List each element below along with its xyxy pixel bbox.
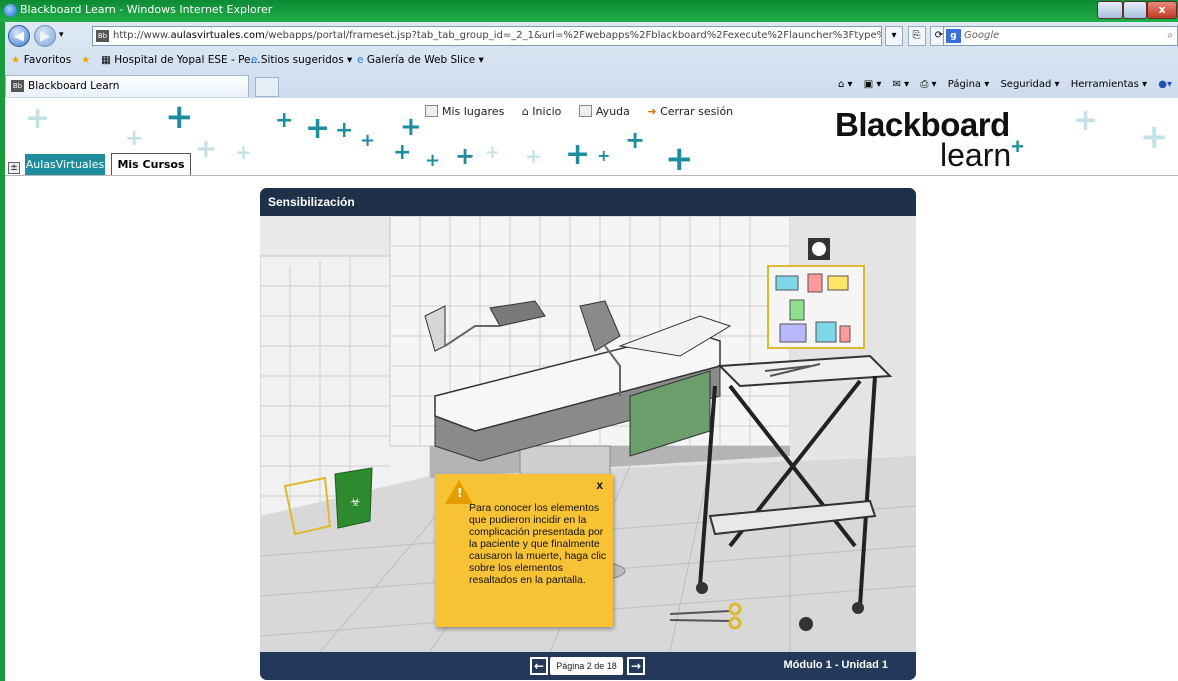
decor-plus-icon: +	[125, 126, 144, 151]
module-label: Módulo 1 - Unidad 1	[783, 659, 889, 671]
favorite-hospital-label: Hospital de Yopal ESE - Pe...	[114, 54, 261, 66]
search-input[interactable]: g Google ⌕	[943, 26, 1178, 46]
decor-plus-icon: +	[305, 111, 331, 146]
home-icon[interactable]: ⌂ ▾	[838, 79, 853, 90]
help-icon[interactable]: ●▾	[1158, 79, 1172, 90]
decor-plus-icon: +	[625, 126, 646, 154]
address-domain: aulasvirtuales.com	[170, 30, 265, 41]
tab-row: Bb Blackboard Learn ⌂ ▾ ▣ ▾ ✉ ▾ ⎙ ▾ Pági…	[5, 74, 1178, 98]
logout-link[interactable]: Cerrar sesión	[660, 105, 733, 118]
forward-button[interactable]: ▶	[34, 25, 56, 47]
tooltip-close-button[interactable]: x	[596, 478, 603, 492]
decor-plus-icon: +	[393, 140, 412, 165]
decor-plus-icon: +	[360, 130, 376, 151]
address-path: /webapps/portal/frameset.jsp?tab_tab_gro…	[264, 30, 881, 41]
decor-plus-icon: +	[425, 150, 441, 171]
learn-logo: learn+	[940, 134, 1025, 173]
tab-aulasvirtuales[interactable]: AulasVirtuales	[25, 154, 105, 175]
new-tab-button[interactable]	[255, 77, 279, 97]
favorite-hospital-yopal[interactable]: ▦ Hospital de Yopal ESE - Pe...	[101, 54, 261, 66]
history-dropdown-icon[interactable]: ▾	[59, 30, 64, 40]
decor-plus-icon: +	[1073, 103, 1099, 138]
page-menu[interactable]: Página ▾	[948, 79, 990, 90]
viewer-title: Sensibilización	[260, 188, 916, 216]
back-button[interactable]: ◀	[8, 25, 30, 47]
favorite-suggested-sites[interactable]: e Sitios sugeridos ▾	[251, 54, 352, 66]
feeds-icon[interactable]: ▣ ▾	[864, 79, 882, 90]
page-indicator: Página 2 de 18	[550, 657, 623, 675]
top-links: Mis lugares ⌂ Inicio Ayuda ➜ Cerrar sesi…	[425, 105, 747, 118]
decor-plus-icon: +	[335, 118, 354, 143]
page-content: + + + + + + + + + + + + + + + + + + + + …	[5, 98, 1178, 681]
svg-text:☣: ☣	[350, 495, 361, 509]
ie-e-icon: e	[251, 54, 258, 66]
instruction-tooltip: ! x Para conocer los elementos que pudie…	[435, 474, 613, 627]
favorite-web-slice[interactable]: e Galería de Web Slice ▾	[357, 54, 484, 66]
suggested-sites-label: Sitios sugeridos ▾	[260, 54, 353, 66]
window-titlebar: Blackboard Learn - Windows Internet Expl…	[0, 0, 1178, 22]
web-slice-label: Galería de Web Slice ▾	[366, 54, 484, 66]
exam-room-scene: ☣ ! x Para conocer los elementos que pud…	[260, 215, 916, 653]
warning-icon: !	[445, 480, 473, 504]
browser-chrome: ◀ ▶ ▾ Bb http://www.aulasvirtuales.com/w…	[5, 22, 1178, 98]
tools-menu[interactable]: Herramientas ▾	[1071, 79, 1147, 90]
window-title: Blackboard Learn - Windows Internet Expl…	[20, 3, 273, 16]
favorites-label: Favoritos	[23, 54, 72, 66]
address-prefix: http://www.	[113, 30, 171, 41]
address-bar[interactable]: Bb http://www.aulasvirtuales.com/webapps…	[92, 26, 882, 46]
search-placeholder: Google	[964, 30, 1000, 41]
favorites-bar: ★ Favoritos ★ ▦ Hospital de Yopal ESE - …	[5, 50, 1178, 72]
module-viewer: Sensibilización ☣ ! x Para conocer los e…	[260, 188, 916, 680]
compatibility-icon[interactable]: ⎘	[907, 26, 926, 46]
address-dropdown-icon[interactable]: ▾	[885, 26, 903, 46]
navigation-row: ◀ ▶ ▾ Bb http://www.aulasvirtuales.com/w…	[5, 22, 1178, 49]
browser-tab-label: Blackboard Learn	[28, 80, 120, 92]
blackboard-header: + + + + + + + + + + + + + + + + + + + + …	[5, 98, 1178, 176]
viewer-footer: ← Página 2 de 18 → Módulo 1 - Unidad 1	[260, 652, 916, 680]
tab-favicon-icon: Bb	[11, 80, 24, 92]
decor-plus-icon: +	[485, 142, 501, 163]
previous-page-button[interactable]: ←	[530, 657, 548, 675]
tooltip-text: Para conocer los elementos que pudieron …	[469, 502, 607, 586]
learn-logo-text: learn	[940, 137, 1012, 173]
decor-plus-icon: +	[597, 146, 611, 165]
my-places-icon	[425, 105, 438, 117]
google-icon: g	[946, 29, 961, 43]
next-page-button[interactable]: →	[627, 657, 645, 675]
command-bar: ⌂ ▾ ▣ ▾ ✉ ▾ ⎙ ▾ Página ▾ Seguridad ▾ Her…	[830, 79, 1172, 90]
add-favorite-icon[interactable]: ★	[81, 54, 90, 66]
search-icon[interactable]: ⌕	[1167, 27, 1173, 45]
mail-icon[interactable]: ✉ ▾	[893, 79, 910, 90]
decor-plus-icon: +	[565, 137, 591, 172]
favorites-button[interactable]: ★ Favoritos	[11, 54, 71, 66]
web-slice-icon: e	[357, 54, 364, 66]
decor-plus-icon: +	[400, 112, 422, 142]
home-link[interactable]: Inicio	[532, 105, 561, 118]
security-menu[interactable]: Seguridad ▾	[1000, 79, 1059, 90]
decor-plus-icon: +	[275, 108, 294, 133]
decor-plus-icon: +	[235, 140, 252, 164]
maximize-button[interactable]	[1123, 1, 1147, 19]
decor-plus-icon: +	[1140, 117, 1169, 157]
home-link-icon: ⌂	[521, 105, 533, 118]
ie-logo-icon	[4, 4, 17, 17]
decor-plus-icon: +	[525, 144, 542, 168]
site-favicon-icon: Bb	[96, 30, 109, 42]
favorites-star-icon: ★	[11, 54, 21, 66]
logout-icon: ➜	[647, 105, 661, 118]
decor-plus-icon: +	[25, 101, 51, 136]
print-icon[interactable]: ⎙ ▾	[920, 79, 936, 90]
minimize-button[interactable]	[1097, 1, 1123, 19]
decor-plus-icon: +	[665, 139, 694, 176]
decor-plus-icon: +	[165, 98, 194, 137]
decor-plus-icon: +	[195, 134, 217, 164]
my-places-link[interactable]: Mis lugares	[442, 105, 504, 118]
browser-tab-blackboard[interactable]: Bb Blackboard Learn	[5, 75, 249, 97]
decor-plus-icon: +	[455, 142, 476, 170]
collapse-toggle-icon[interactable]: ±	[8, 162, 20, 174]
help-link[interactable]: Ayuda	[596, 105, 630, 118]
tab-mis-cursos[interactable]: Mis Cursos	[111, 153, 191, 175]
close-window-button[interactable]: x	[1147, 1, 1177, 19]
help-link-icon	[578, 105, 592, 117]
